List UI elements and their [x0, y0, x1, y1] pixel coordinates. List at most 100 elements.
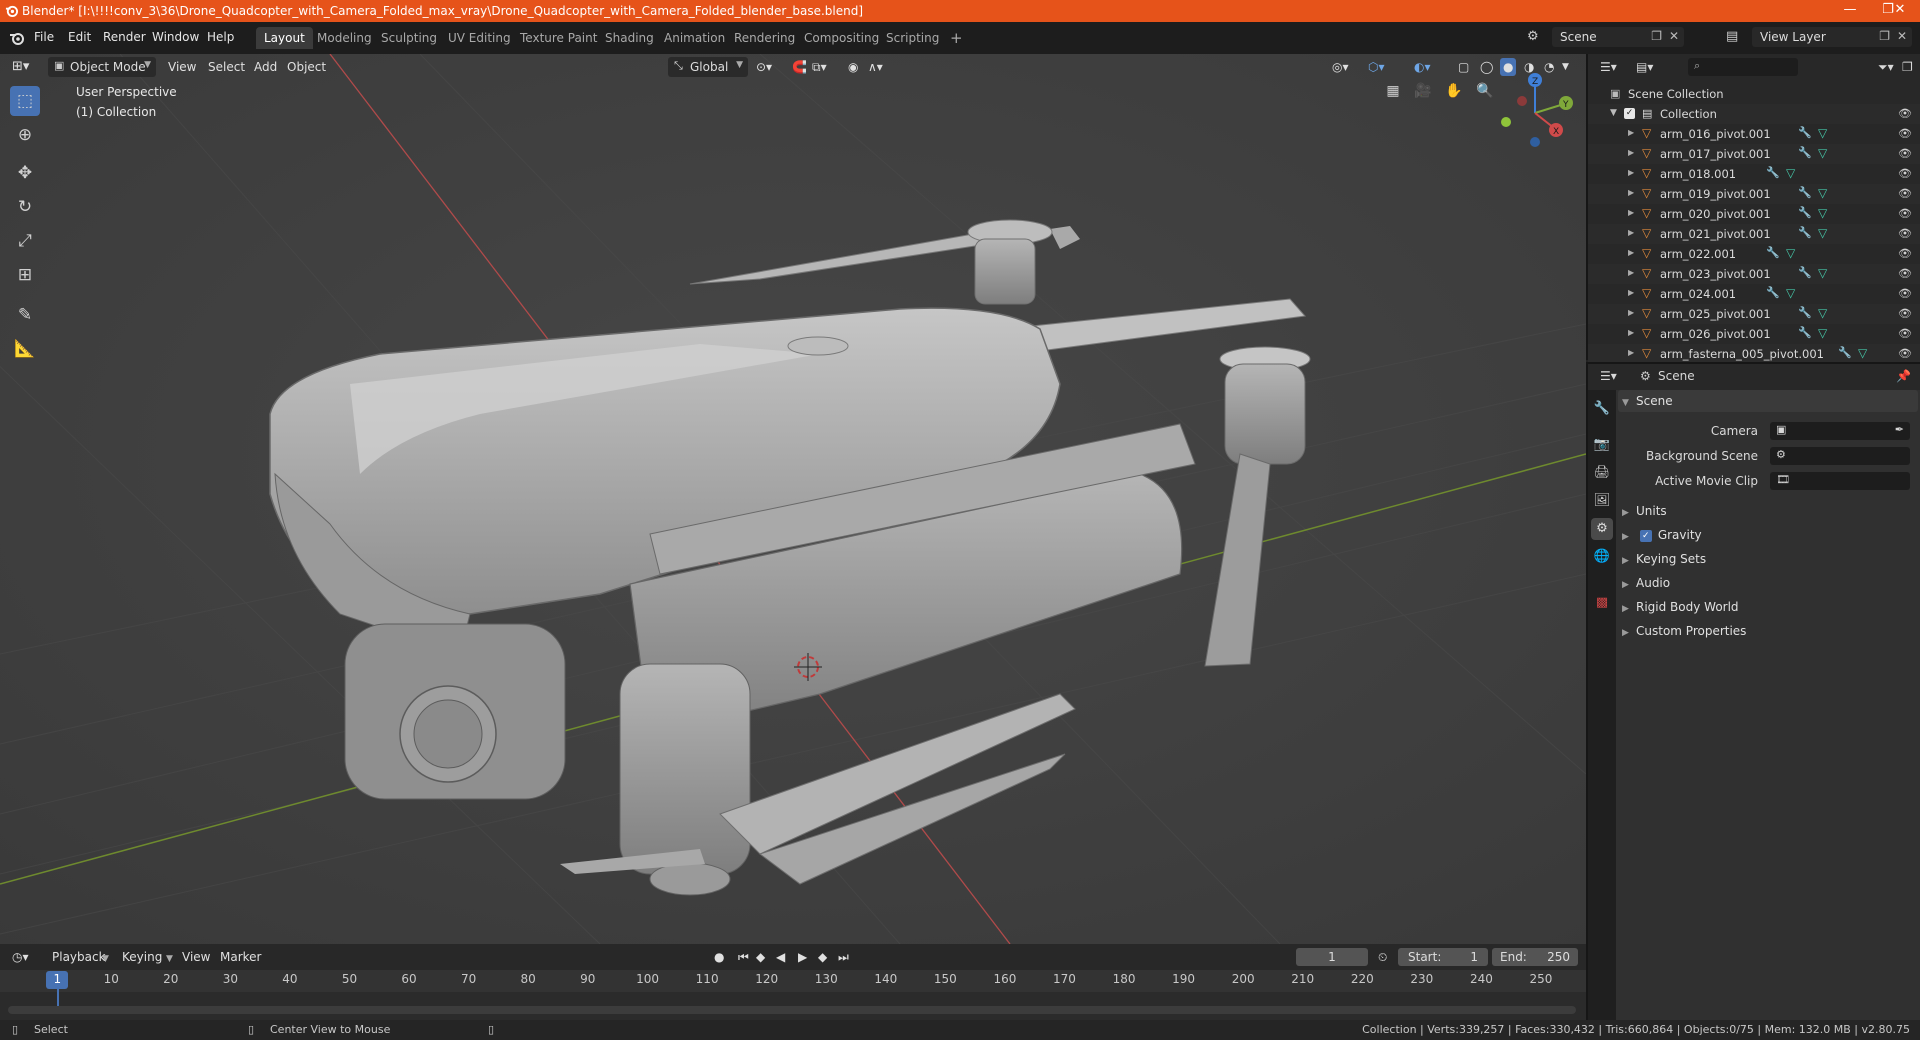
jump-start-icon[interactable]: ⏮	[738, 948, 749, 966]
outliner-row-scene-collection[interactable]: ▣ Scene Collection	[1588, 84, 1920, 104]
display-mode-icon[interactable]: ▤▾	[1636, 60, 1653, 74]
outliner-row-object[interactable]: ▶ ▽ arm_022.001 🔧 ▽ 👁	[1588, 244, 1920, 264]
gravity-checkbox[interactable]: ✓	[1639, 529, 1652, 542]
remove-scene-icon[interactable]: ✕	[1669, 29, 1679, 43]
menu-render[interactable]: Render	[103, 30, 146, 44]
panel-audio[interactable]: ▶ Audio	[1618, 572, 1918, 594]
new-view-layer-icon[interactable]: ❐	[1879, 29, 1890, 43]
modifier-icon[interactable]: 🔧	[1798, 126, 1812, 139]
output-tab-icon[interactable]: 🖨	[1591, 462, 1613, 484]
eye-icon[interactable]: 👁	[1898, 107, 1912, 120]
visibility-icon[interactable]: ◎▾	[1332, 58, 1349, 76]
properties-editor-type-icon[interactable]: ☰▾	[1600, 369, 1617, 383]
menu-marker[interactable]: Marker	[220, 948, 261, 966]
eye-icon[interactable]: 👁	[1898, 127, 1912, 140]
mesh-data-icon[interactable]: ▽	[1786, 166, 1795, 180]
mesh-data-icon[interactable]: ▽	[1786, 286, 1795, 300]
eye-icon[interactable]: 👁	[1898, 267, 1912, 280]
modifier-icon[interactable]: 🔧	[1798, 206, 1812, 219]
end-frame-field[interactable]: End: 250	[1492, 948, 1578, 966]
pan-view-icon[interactable]: ✋	[1443, 80, 1465, 102]
outliner[interactable]: ☰▾ ▤▾ ⌕ ⏷▾ ❐ ▣ Scene Collection ▼ ✓ ▤ Co…	[1586, 54, 1920, 364]
tab-shading[interactable]: Shading	[597, 27, 662, 49]
render-tab-icon[interactable]: 📷	[1591, 434, 1613, 456]
panel-keying-sets[interactable]: ▶ Keying Sets	[1618, 548, 1918, 570]
mesh-data-icon[interactable]: ▽	[1818, 146, 1827, 160]
menu-playback[interactable]: Playback	[52, 948, 106, 966]
mesh-data-icon[interactable]: ▽	[1818, 326, 1827, 340]
transform-orientation-selector[interactable]: ⤡ Global ▼	[668, 57, 748, 77]
expand-arrow-icon[interactable]: ▶	[1628, 188, 1634, 197]
record-icon[interactable]: ●	[714, 948, 724, 966]
modifier-icon[interactable]: 🔧	[1798, 306, 1812, 319]
tab-layout[interactable]: Layout	[256, 27, 313, 49]
camera-field[interactable]: ▣ ✒	[1770, 422, 1910, 440]
pivot-point-icon[interactable]: ⊙▾	[756, 58, 772, 76]
snap-target-icon[interactable]: ⧉▾	[812, 58, 827, 76]
editor-type-icon[interactable]: ⊞▾	[12, 58, 29, 76]
world-tab-icon[interactable]: 🌐	[1591, 546, 1613, 568]
tab-compositing[interactable]: Compositing	[796, 27, 887, 49]
tab-texture-paint[interactable]: Texture Paint	[512, 27, 605, 49]
expand-arrow-icon[interactable]: ▶	[1628, 288, 1634, 297]
menu-add[interactable]: Add	[254, 58, 277, 76]
overlay-toggle-icon[interactable]: ◐▾	[1414, 58, 1431, 76]
toggle-grid-icon[interactable]: ▦	[1382, 80, 1404, 102]
outliner-row-object[interactable]: ▶ ▽ arm_025_pivot.001 🔧 ▽ 👁	[1588, 304, 1920, 324]
checkbox-icon[interactable]: ✓	[1624, 108, 1635, 119]
play-icon[interactable]: ▶	[798, 948, 807, 966]
modifier-icon[interactable]: 🔧	[1798, 266, 1812, 279]
outliner-editor-type-icon[interactable]: ☰▾	[1600, 60, 1617, 74]
background-scene-field[interactable]: ⚙	[1770, 447, 1910, 465]
panel-scene[interactable]: ▼ Scene	[1618, 390, 1918, 412]
new-collection-icon[interactable]: ❐	[1902, 60, 1913, 74]
xray-icon[interactable]: ▢	[1458, 58, 1469, 76]
outliner-search-input[interactable]: ⌕	[1688, 58, 1798, 76]
eye-icon[interactable]: 👁	[1898, 147, 1912, 160]
3d-viewport[interactable]: ⊞▾ ▣ Object Mode ▼ View Select Add Objec…	[0, 54, 1586, 944]
measure-tool-icon[interactable]: 📐	[10, 334, 40, 364]
new-scene-icon[interactable]: ❐	[1651, 29, 1662, 43]
scene-selector[interactable]: Scene ❐ ✕	[1552, 27, 1684, 47]
texture-tab-icon[interactable]: ▩	[1591, 592, 1613, 614]
modifier-icon[interactable]: 🔧	[1798, 326, 1812, 339]
menu-view[interactable]: View	[168, 58, 196, 76]
tool-tab-icon[interactable]: 🔧	[1591, 398, 1613, 420]
outliner-row-object[interactable]: ▶ ▽ arm_020_pivot.001 🔧 ▽ 👁	[1588, 204, 1920, 224]
cursor-tool-icon[interactable]: ⊕	[10, 120, 40, 150]
add-workspace-button[interactable]: +	[942, 27, 971, 49]
menu-timeline-view[interactable]: View	[182, 948, 210, 966]
eyedropper-icon[interactable]: ✒	[1895, 423, 1904, 436]
start-frame-field[interactable]: Start: 1	[1398, 948, 1488, 966]
menu-file[interactable]: File	[34, 30, 54, 44]
panel-custom-properties[interactable]: ▶ Custom Properties	[1618, 620, 1918, 642]
mesh-data-icon[interactable]: ▽	[1786, 246, 1795, 260]
timeline-scrollbar[interactable]	[8, 1006, 1576, 1014]
tab-rendering[interactable]: Rendering	[726, 27, 803, 49]
filter-icon[interactable]: ⏷▾	[1878, 60, 1894, 75]
expand-arrow-icon[interactable]: ▼	[1610, 108, 1617, 118]
outliner-row-object[interactable]: ▶ ▽ arm_026_pivot.001 🔧 ▽ 👁	[1588, 324, 1920, 344]
menu-edit[interactable]: Edit	[68, 30, 91, 44]
mode-selector[interactable]: ▣ Object Mode ▼	[48, 57, 156, 77]
outliner-row-object[interactable]: ▶ ▽ arm_017_pivot.001 🔧 ▽ 👁	[1588, 144, 1920, 164]
mesh-data-icon[interactable]: ▽	[1818, 226, 1827, 240]
outliner-row-collection[interactable]: ▼ ✓ ▤ Collection 👁	[1588, 104, 1920, 124]
eye-icon[interactable]: 👁	[1898, 287, 1912, 300]
eye-icon[interactable]: 👁	[1898, 327, 1912, 340]
gizmo-toggle-icon[interactable]: ⬡▾	[1368, 58, 1385, 76]
minimize-button[interactable]: —	[1830, 2, 1870, 20]
prev-keyframe-icon[interactable]: ◆	[756, 948, 765, 966]
timeline-editor-type-icon[interactable]: ◷▾	[12, 948, 29, 966]
expand-arrow-icon[interactable]: ▶	[1628, 148, 1634, 157]
navigation-gizmo[interactable]: Z Y X	[1490, 68, 1580, 158]
modifier-icon[interactable]: 🔧	[1798, 226, 1812, 239]
auto-keying-icon[interactable]: ⏲	[1378, 948, 1387, 966]
mesh-data-icon[interactable]: ▽	[1818, 266, 1827, 280]
falloff-icon[interactable]: ∧▾	[868, 58, 883, 76]
outliner-row-object[interactable]: ▶ ▽ arm_019_pivot.001 🔧 ▽ 👁	[1588, 184, 1920, 204]
proportional-editing-icon[interactable]: ◉	[848, 58, 858, 76]
active-movie-clip-field[interactable]: 🎞	[1770, 472, 1910, 490]
panel-units[interactable]: ▶ Units	[1618, 500, 1918, 522]
eye-icon[interactable]: 👁	[1898, 347, 1912, 360]
